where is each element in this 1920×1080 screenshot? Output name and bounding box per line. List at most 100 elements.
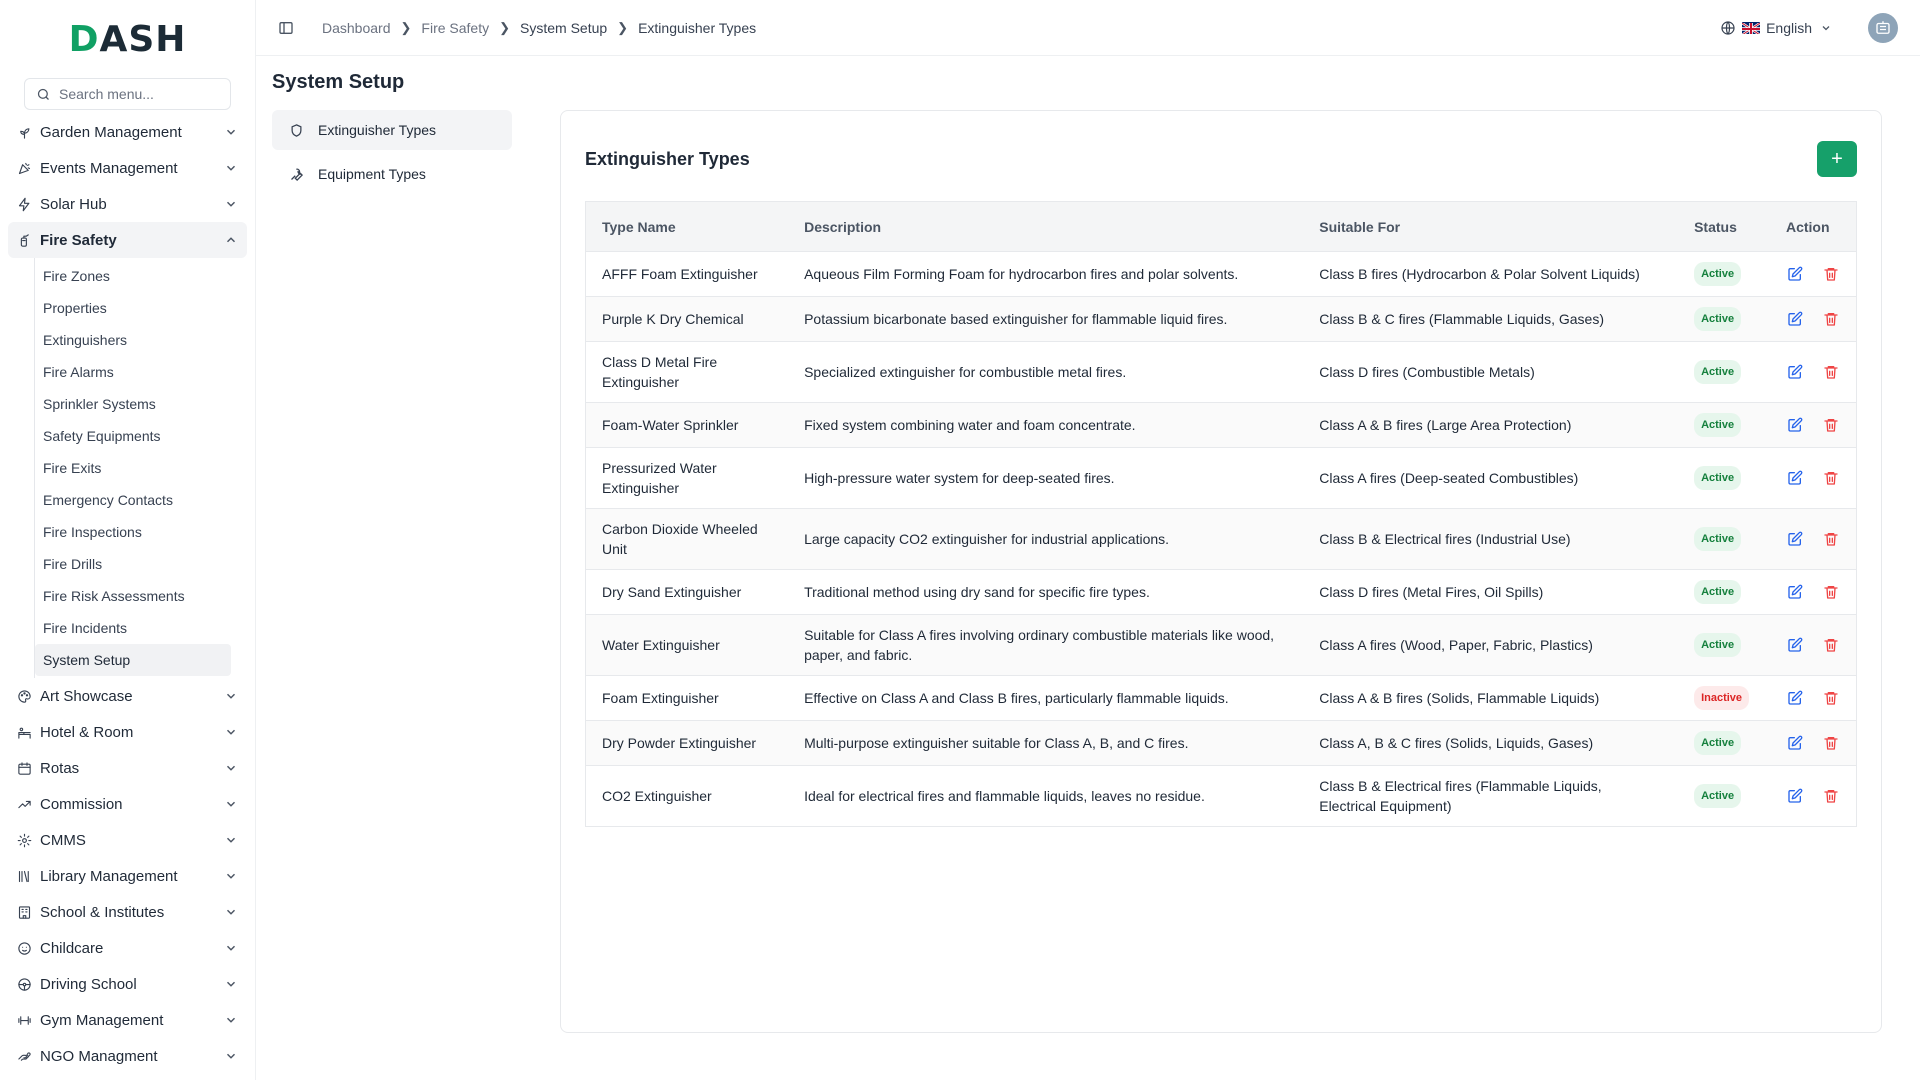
trash-icon[interactable]	[1822, 734, 1840, 752]
trash-icon[interactable]	[1822, 416, 1840, 434]
sidebar-subitem-fire-zones[interactable]: Fire Zones	[35, 260, 231, 292]
sidebar-subitem-emergency-contacts[interactable]: Emergency Contacts	[35, 484, 231, 516]
breadcrumb-fire-safety[interactable]: Fire Safety	[421, 20, 489, 36]
status-badge: Active	[1694, 784, 1742, 808]
edit-icon[interactable]	[1786, 787, 1804, 805]
sidebar-subitem-properties[interactable]: Properties	[35, 292, 231, 324]
trash-icon[interactable]	[1822, 689, 1840, 707]
sidebar-item-ngo-managment[interactable]: NGO Managment	[8, 1038, 247, 1074]
status-badge: Active	[1694, 262, 1742, 286]
sidebar-item-solar-hub[interactable]: Solar Hub	[8, 186, 247, 222]
edit-icon[interactable]	[1786, 265, 1804, 283]
table-row: Purple K Dry Chemical Potassium bicarbona…	[585, 296, 1857, 342]
edit-icon[interactable]	[1786, 734, 1804, 752]
submenu-equipment-types[interactable]: Equipment Types	[272, 154, 512, 194]
trash-icon[interactable]	[1822, 363, 1840, 381]
cell-status: Active	[1678, 765, 1770, 827]
sidebar-subitem-extinguishers[interactable]: Extinguishers	[35, 324, 231, 356]
avatar[interactable]	[1868, 12, 1898, 43]
breadcrumb-dashboard[interactable]: Dashboard	[322, 20, 391, 36]
cell-description: High-pressure water system for deep-seat…	[788, 447, 1304, 509]
sidebar-subitem-system-setup[interactable]: System Setup	[35, 644, 231, 676]
row-actions	[1786, 265, 1840, 283]
sidebar-subitem-safety-equipments[interactable]: Safety Equipments	[35, 420, 231, 452]
col-action: Action	[1785, 218, 1830, 235]
sidebar-subitem-fire-risk-assessments[interactable]: Fire Risk Assessments	[35, 580, 231, 612]
cell-status: Inactive	[1678, 675, 1770, 721]
edit-icon[interactable]	[1786, 530, 1804, 548]
chevron-down-icon	[223, 940, 239, 956]
trash-icon[interactable]	[1822, 583, 1840, 601]
sidebar-item-hotel-and-room[interactable]: Hotel & Room	[8, 714, 247, 750]
setup-layout: Extinguisher Types Equipment Types Extin…	[272, 110, 1904, 1033]
chevron-down-icon	[1818, 20, 1834, 36]
sidebar-subitem-fire-alarms[interactable]: Fire Alarms	[35, 356, 231, 388]
cell-description: Fixed system combining water and foam co…	[788, 402, 1304, 448]
add-extinguisher-type-button[interactable]: +	[1817, 141, 1857, 177]
fire-safety-submenu: Fire Zones Properties Extinguishers Fire Al…	[34, 258, 247, 678]
edit-icon[interactable]	[1786, 636, 1804, 654]
trash-icon[interactable]	[1822, 530, 1840, 548]
cell-type-name: Carbon Dioxide Wheeled Unit	[585, 508, 789, 570]
topbar: Dashboard ❯ Fire Safety ❯ System Setup ❯…	[256, 0, 1920, 56]
chevron-down-icon	[223, 1012, 239, 1028]
edit-icon[interactable]	[1786, 583, 1804, 601]
sidebar-item-childcare[interactable]: Childcare	[8, 930, 247, 966]
status-badge: Active	[1694, 731, 1742, 755]
col-type-name: Type Name	[602, 218, 676, 235]
extinguisher-types-card: Extinguisher Types + Type Name Descripti…	[560, 110, 1882, 1033]
cell-actions	[1769, 341, 1857, 403]
chevron-right-icon: ❯	[400, 19, 412, 35]
sidebar-subitem-fire-incidents[interactable]: Fire Incidents	[35, 612, 231, 644]
sidebar-item-art-showcase[interactable]: Art Showcase	[8, 678, 247, 714]
trash-icon[interactable]	[1822, 310, 1840, 328]
sidebar-item-commission[interactable]: Commission	[8, 786, 247, 822]
cell-type-name: Purple K Dry Chemical	[585, 296, 789, 342]
search-input[interactable]	[59, 86, 220, 102]
sidebar-item-garden-management[interactable]: Garden Management	[8, 114, 247, 150]
logo[interactable]: DASH	[8, 0, 247, 78]
trash-icon[interactable]	[1822, 265, 1840, 283]
sidebar-item-driving-school[interactable]: Driving School	[8, 966, 247, 1002]
sidebar-subitem-fire-exits[interactable]: Fire Exits	[35, 452, 231, 484]
cell-type-name: Pressurized Water Extinguisher	[585, 447, 789, 509]
sidebar-subitem-fire-inspections[interactable]: Fire Inspections	[35, 516, 231, 548]
table-row: Dry Sand Extinguisher Traditional method …	[585, 569, 1857, 615]
edit-icon[interactable]	[1786, 310, 1804, 328]
language-selector[interactable]: English	[1720, 20, 1834, 36]
trash-icon[interactable]	[1822, 469, 1840, 487]
cell-type-name: Water Extinguisher	[585, 614, 789, 676]
trash-icon[interactable]	[1822, 636, 1840, 654]
shield-icon	[288, 122, 304, 138]
sidebar-item-rotas[interactable]: Rotas	[8, 750, 247, 786]
extinguisher-types-table: Type Name Description Suitable For Statu…	[585, 201, 1857, 827]
sidebar-item-cmms[interactable]: CMMS	[8, 822, 247, 858]
breadcrumb-system-setup[interactable]: System Setup	[520, 20, 607, 36]
chevron-down-icon	[223, 796, 239, 812]
row-actions	[1786, 636, 1840, 654]
cell-suitable-for: Class A & B fires (Solids, Flammable Liq…	[1303, 675, 1679, 721]
sidebar-item-gym-management[interactable]: Gym Management	[8, 1002, 247, 1038]
col-suitable-for: Suitable For	[1319, 218, 1401, 235]
edit-icon[interactable]	[1786, 689, 1804, 707]
edit-icon[interactable]	[1786, 416, 1804, 434]
sidebar-subitem-sprinkler-systems[interactable]: Sprinkler Systems	[35, 388, 231, 420]
sidebar-item-fire-safety[interactable]: Fire Safety	[8, 222, 247, 258]
sidebar-item-events-management[interactable]: Events Management	[8, 150, 247, 186]
content: System Setup Extinguisher Types Equipmen…	[256, 56, 1920, 1033]
submenu-extinguisher-types[interactable]: Extinguisher Types	[272, 110, 512, 150]
palette-icon	[16, 688, 32, 704]
menu-search[interactable]	[24, 78, 231, 110]
edit-icon[interactable]	[1786, 363, 1804, 381]
sidebar-item-label: Hotel & Room	[40, 723, 134, 741]
logo-rest: ASH	[99, 18, 187, 60]
edit-icon[interactable]	[1786, 469, 1804, 487]
row-actions	[1786, 787, 1840, 805]
sidebar-item-library-management[interactable]: Library Management	[8, 858, 247, 894]
sidebar-subitem-fire-drills[interactable]: Fire Drills	[35, 548, 231, 580]
sidebar-item-school-and-institutes[interactable]: School & Institutes	[8, 894, 247, 930]
trash-icon[interactable]	[1822, 787, 1840, 805]
sidebar-toggle-icon[interactable]	[272, 14, 300, 42]
row-actions	[1786, 469, 1840, 487]
steering-icon	[16, 976, 32, 992]
